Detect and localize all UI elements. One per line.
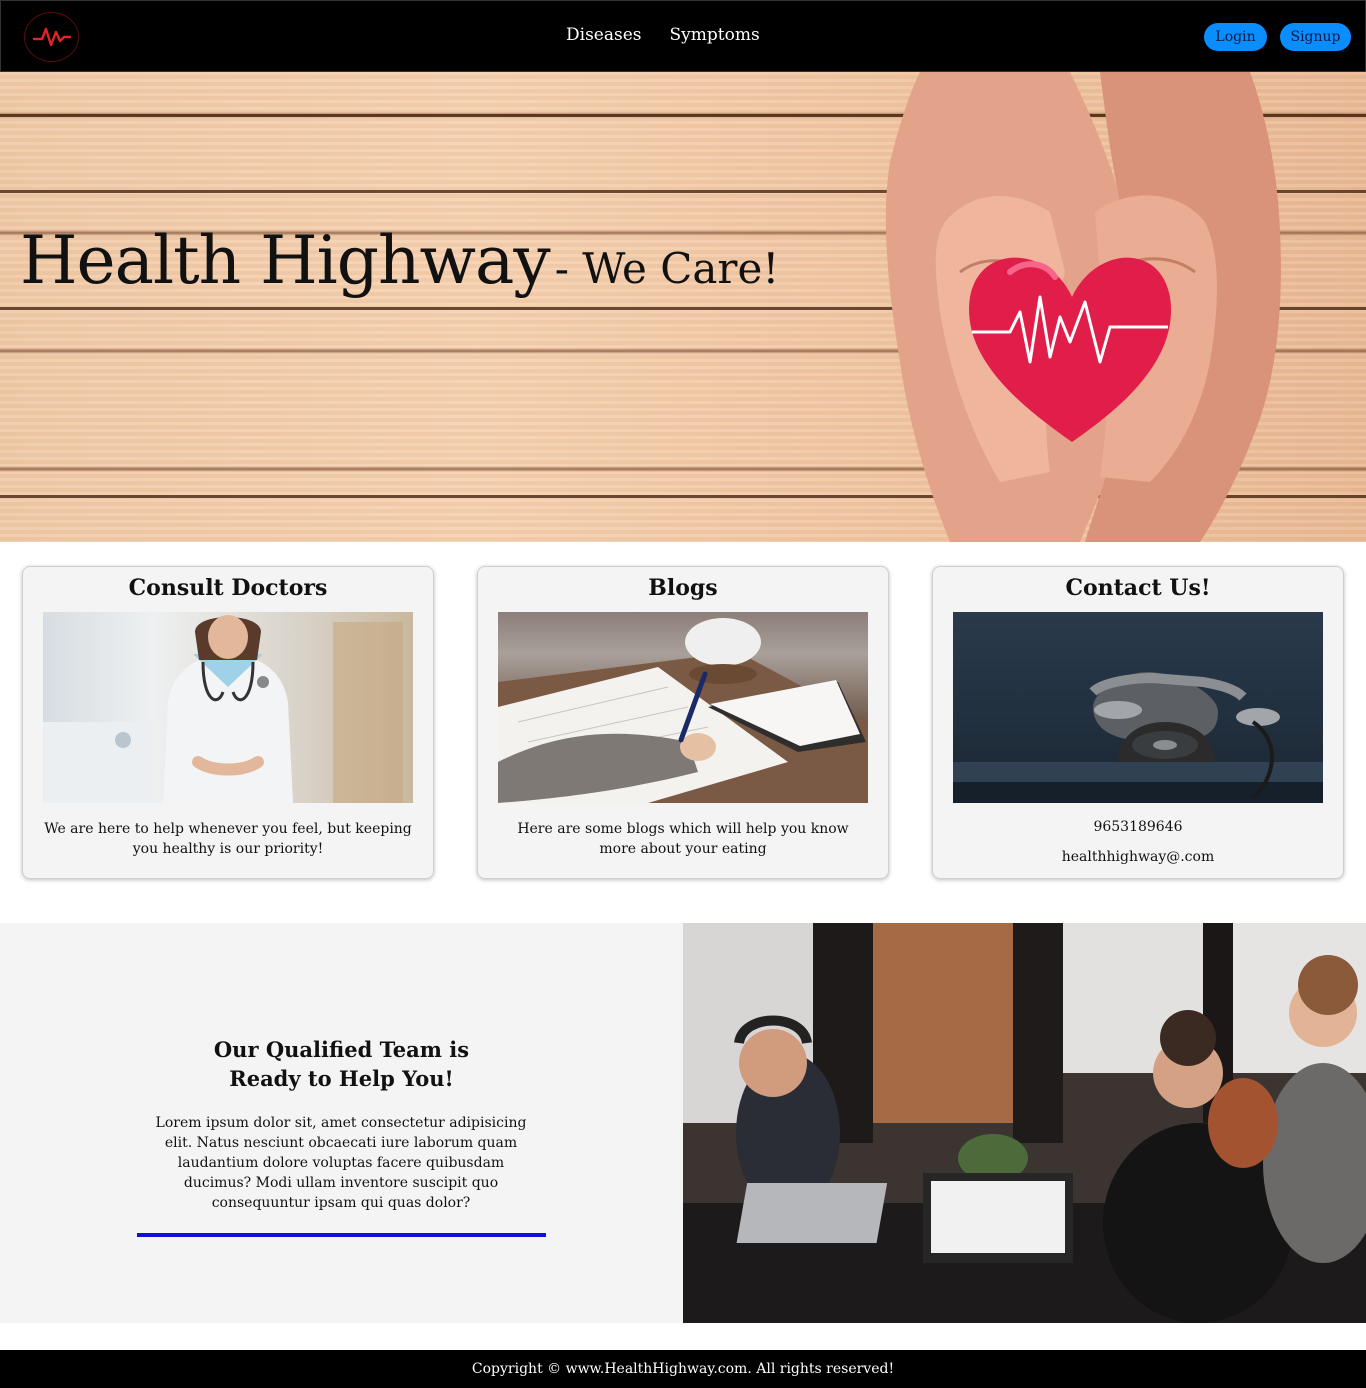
team-heading-line2: Ready to Help You! — [229, 1066, 454, 1091]
divider-bar — [137, 1233, 546, 1237]
footer-copyright: Copyright © www.HealthHighway.com. All r… — [471, 1361, 895, 1377]
hero-title: Health Highway - We Care! — [20, 222, 779, 299]
nav-link-diseases[interactable]: Diseases — [566, 25, 642, 45]
nav-links: Diseases Symptoms — [566, 25, 760, 45]
team-heading-line1: Our Qualified Team is — [213, 1037, 470, 1062]
heartbeat-icon — [32, 27, 71, 47]
team-section: Our Qualified Team is Ready to Help You!… — [0, 923, 683, 1323]
card-title: Blogs — [648, 575, 718, 601]
writing-notes-image — [498, 612, 868, 803]
contact-email[interactable]: healthhighway@.com — [933, 849, 1343, 865]
card-contact-us[interactable]: Contact Us! 9653189646 healthhighway@.co… — [932, 566, 1344, 879]
hands-holding-heart-image — [885, 72, 1281, 542]
hero-tagline: - We Care! — [554, 244, 780, 293]
card-title: Consult Doctors — [128, 575, 328, 601]
hero-banner: Health Highway - We Care! — [0, 72, 1366, 542]
footer: Copyright © www.HealthHighway.com. All r… — [0, 1350, 1366, 1388]
nav-link-symptoms[interactable]: Symptoms — [670, 25, 760, 45]
logo[interactable] — [24, 12, 79, 62]
team-heading: Our Qualified Team is Ready to Help You! — [0, 1035, 683, 1093]
contact-phone[interactable]: 9653189646 — [933, 819, 1343, 835]
signup-button[interactable]: Signup — [1280, 23, 1351, 51]
team-working-image — [683, 923, 1366, 1323]
card-title: Contact Us! — [1065, 575, 1211, 601]
rotary-phone-image — [953, 612, 1323, 803]
hero-title-main: Health Highway — [20, 222, 551, 299]
card-consult-doctors[interactable]: Consult Doctors We are here to help when… — [22, 566, 434, 879]
navbar: Diseases Symptoms Login Signup — [0, 0, 1366, 72]
team-description: Lorem ipsum dolor sit, amet consectetur … — [155, 1115, 527, 1211]
login-button[interactable]: Login — [1204, 23, 1267, 51]
card-description: Here are some blogs which will help you … — [517, 821, 849, 857]
card-blogs[interactable]: Blogs Here are some blogs which will hel… — [477, 566, 889, 879]
card-description: We are here to help whenever you feel, b… — [44, 821, 412, 857]
doctor-image — [43, 612, 413, 803]
